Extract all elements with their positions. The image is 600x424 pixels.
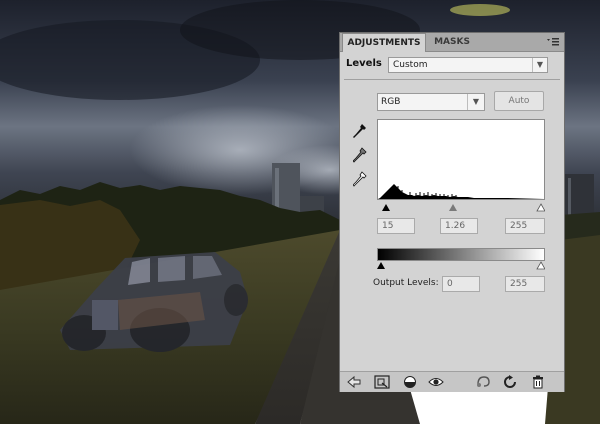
divider <box>344 79 560 80</box>
output-levels-slider[interactable] <box>377 261 545 271</box>
white-point-handle[interactable] <box>536 203 545 212</box>
adjustments-panel: ADJUSTMENTS MASKS Levels Custom ▼ RGB ▼ … <box>339 32 565 392</box>
preset-dropdown[interactable]: Custom ▼ <box>388 57 548 73</box>
black-point-handle[interactable] <box>382 204 390 211</box>
tab-masks[interactable]: MASKS <box>428 33 476 51</box>
preset-value: Custom <box>393 60 428 70</box>
output-white-field[interactable]: 255 <box>505 276 545 292</box>
previous-state-icon[interactable] <box>475 375 491 389</box>
reset-icon[interactable] <box>502 375 518 389</box>
auto-button[interactable]: Auto <box>494 91 544 111</box>
levels-label: Levels <box>346 58 382 69</box>
output-gradient <box>377 248 545 261</box>
histogram-graph <box>378 184 544 199</box>
white-point-eyedropper-icon[interactable] <box>353 171 367 187</box>
black-point-eyedropper-icon[interactable] <box>353 123 367 139</box>
input-white-field[interactable]: 255 <box>505 218 545 234</box>
tab-adjustments[interactable]: ADJUSTMENTS <box>342 33 426 52</box>
gamma-handle[interactable] <box>449 204 457 211</box>
input-black-field[interactable]: 15 <box>377 218 415 234</box>
panel-tab-bar: ADJUSTMENTS MASKS <box>340 33 564 52</box>
input-gamma-field[interactable]: 1.26 <box>440 218 478 234</box>
expand-view-icon[interactable] <box>374 375 390 389</box>
clip-to-layer-icon[interactable] <box>402 375 418 389</box>
panel-menu-icon[interactable] <box>546 36 560 48</box>
chevron-down-icon: ▼ <box>467 94 484 110</box>
back-arrow-icon[interactable] <box>346 375 362 389</box>
output-black-field[interactable]: 0 <box>442 276 480 292</box>
trash-icon[interactable] <box>530 375 546 389</box>
visibility-eye-icon[interactable] <box>428 375 444 389</box>
output-black-handle[interactable] <box>377 262 385 269</box>
panel-bottom-bar <box>340 371 564 392</box>
channel-value: RGB <box>381 97 401 107</box>
input-levels-slider[interactable] <box>377 203 545 213</box>
histogram <box>377 119 545 200</box>
output-white-handle[interactable] <box>536 261 545 270</box>
chevron-down-icon: ▼ <box>532 58 547 72</box>
gray-point-eyedropper-icon[interactable] <box>353 147 367 163</box>
output-levels-label: Output Levels: <box>373 278 439 288</box>
channel-dropdown[interactable]: RGB ▼ <box>377 93 485 111</box>
